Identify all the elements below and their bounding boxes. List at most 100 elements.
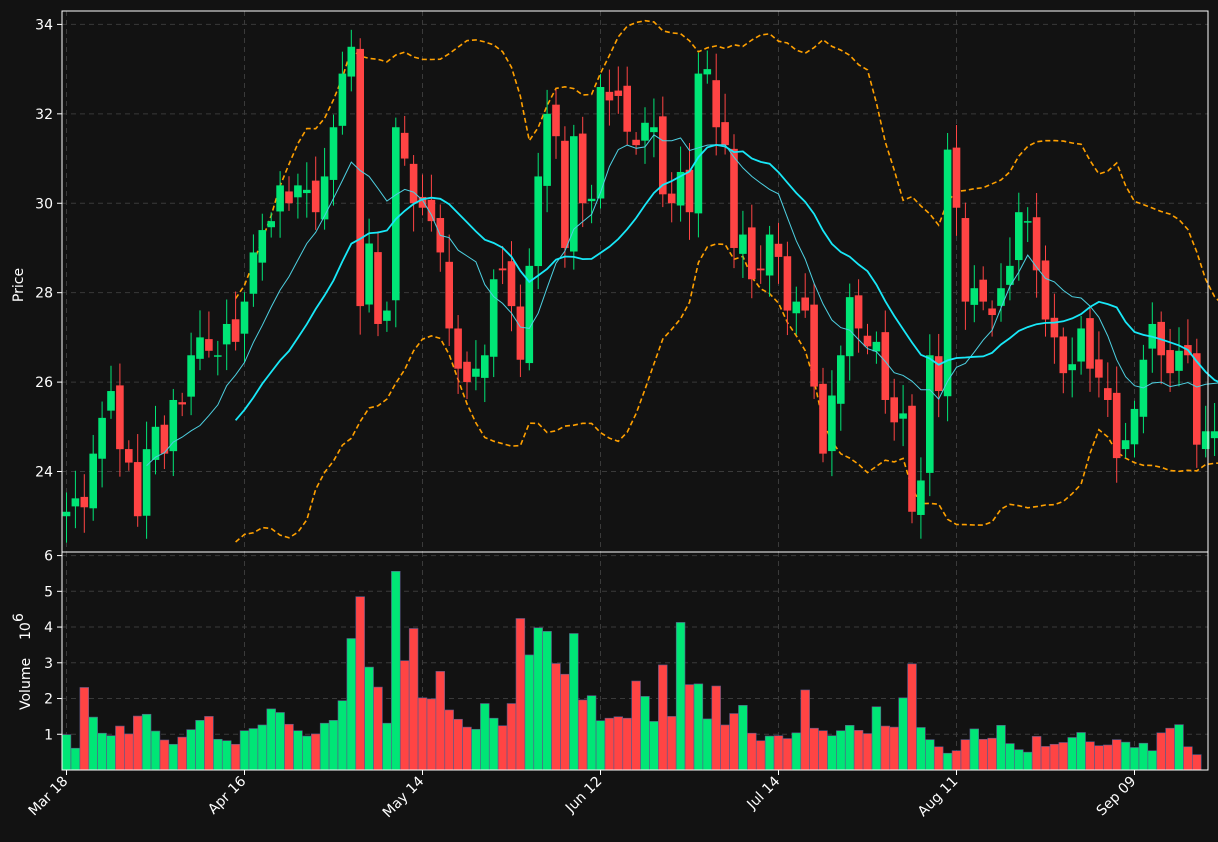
- candle-body: [988, 308, 996, 316]
- candlestick-chart: 242628303234123456Mar 18 Apr 16 May 14 Jun …: [11, 10, 1218, 821]
- candle-body: [605, 91, 614, 101]
- chart-figure: 24 26 28 30 32 34 1 2 3 4 5 6 Mar 18 Apr 16 May 14 Jun …: [0, 0, 1218, 842]
- volume-bar: [693, 683, 704, 771]
- volume-unit-exponent: 6: [11, 613, 27, 622]
- volume-bar: [346, 638, 356, 771]
- volume-bar: [382, 722, 392, 771]
- price-axis-label: Price: [11, 268, 27, 302]
- candle-body: [1130, 408, 1139, 445]
- volume-bar: [319, 722, 330, 771]
- candle-body: [1077, 328, 1085, 362]
- candle-body: [489, 279, 498, 357]
- volume-bar: [230, 743, 241, 771]
- volume-bar: [933, 746, 944, 771]
- volume-bar: [1058, 742, 1069, 771]
- candle-body: [151, 426, 160, 460]
- candle-body: [543, 113, 551, 186]
- candle-body: [748, 227, 756, 280]
- volume-bar: [124, 733, 134, 771]
- candle-body: [730, 148, 738, 248]
- candle-body: [837, 355, 845, 404]
- candle-body: [685, 169, 694, 213]
- candle-body: [1175, 350, 1183, 371]
- volume-bar: [764, 735, 775, 771]
- candle-body: [142, 449, 151, 516]
- candle-body: [498, 268, 507, 271]
- candle-body: [71, 498, 80, 507]
- candle-body: [507, 261, 516, 307]
- volume-bar: [711, 685, 721, 771]
- volume-bar: [640, 696, 650, 771]
- candle-body: [587, 198, 596, 202]
- volume-bar: [61, 734, 72, 771]
- candle-body: [774, 243, 783, 257]
- volume-bar: [853, 730, 864, 771]
- price-tick-label: 32: [35, 107, 53, 123]
- volume-unit-base: 10: [18, 622, 34, 640]
- volume-bar: [213, 738, 223, 771]
- volume-bar: [1094, 745, 1104, 771]
- candle-body: [534, 176, 542, 267]
- volume-bar: [916, 727, 926, 771]
- candle-body: [792, 301, 801, 314]
- volume-bar: [257, 724, 267, 771]
- volume-bar: [168, 743, 178, 771]
- candle-body: [845, 297, 854, 357]
- volume-bar: [969, 728, 980, 771]
- volume-bar: [133, 715, 143, 771]
- candle-body: [694, 73, 703, 214]
- candle-body: [614, 90, 623, 96]
- volume-bar: [827, 735, 837, 771]
- volume-bar: [1049, 743, 1060, 771]
- candle-body: [739, 234, 747, 254]
- volume-bar: [462, 726, 472, 771]
- candle-body: [374, 252, 382, 324]
- volume-bar: [880, 725, 891, 771]
- volume-axis-label: Volume: [18, 658, 34, 710]
- candle-body: [1086, 318, 1094, 369]
- volume-bar: [70, 747, 81, 771]
- volume-tick-label: 6: [44, 549, 53, 565]
- price-tick-label: 34: [35, 17, 53, 33]
- candle-body: [107, 391, 115, 411]
- candle-body: [659, 116, 667, 195]
- volume-bar: [1138, 742, 1149, 771]
- volume-bar: [666, 716, 677, 771]
- volume-bar: [310, 733, 321, 771]
- volume-bar: [1005, 743, 1015, 771]
- candle-body: [926, 355, 934, 473]
- volume-bar: [284, 723, 294, 771]
- volume-bar: [1014, 749, 1024, 771]
- volume-bar: [337, 700, 348, 771]
- volume-bar: [1022, 751, 1033, 771]
- candle-body: [409, 163, 418, 204]
- volume-bar: [755, 740, 766, 771]
- candle-body: [650, 127, 658, 133]
- candle-body: [970, 288, 979, 305]
- candle-body: [623, 85, 631, 132]
- volume-bar: [1129, 747, 1140, 771]
- candle-body: [1166, 350, 1174, 374]
- candle-body: [854, 295, 863, 329]
- volume-bar: [364, 666, 374, 771]
- volume-bar: [417, 697, 428, 771]
- x-tick-label: Jul 14: [744, 773, 784, 813]
- candle-body: [1068, 364, 1076, 371]
- candle-body: [934, 356, 943, 392]
- volume-axis-label-group: Volume 106: [11, 613, 34, 710]
- candle-body: [641, 122, 649, 141]
- volume-bar: [1112, 739, 1122, 771]
- price-tick-label: 28: [35, 286, 53, 302]
- volume-bar: [141, 713, 152, 771]
- volume-bar: [533, 627, 543, 771]
- volume-bar: [1192, 754, 1202, 771]
- volume-bar: [408, 628, 419, 771]
- volume-bar: [186, 729, 196, 771]
- candle-body: [454, 328, 462, 369]
- volume-bar: [97, 732, 107, 771]
- volume-bar: [435, 671, 445, 771]
- candle-body: [276, 185, 284, 212]
- volume-bar: [1103, 744, 1113, 771]
- volume-bar: [702, 718, 713, 771]
- candle-body: [561, 140, 569, 248]
